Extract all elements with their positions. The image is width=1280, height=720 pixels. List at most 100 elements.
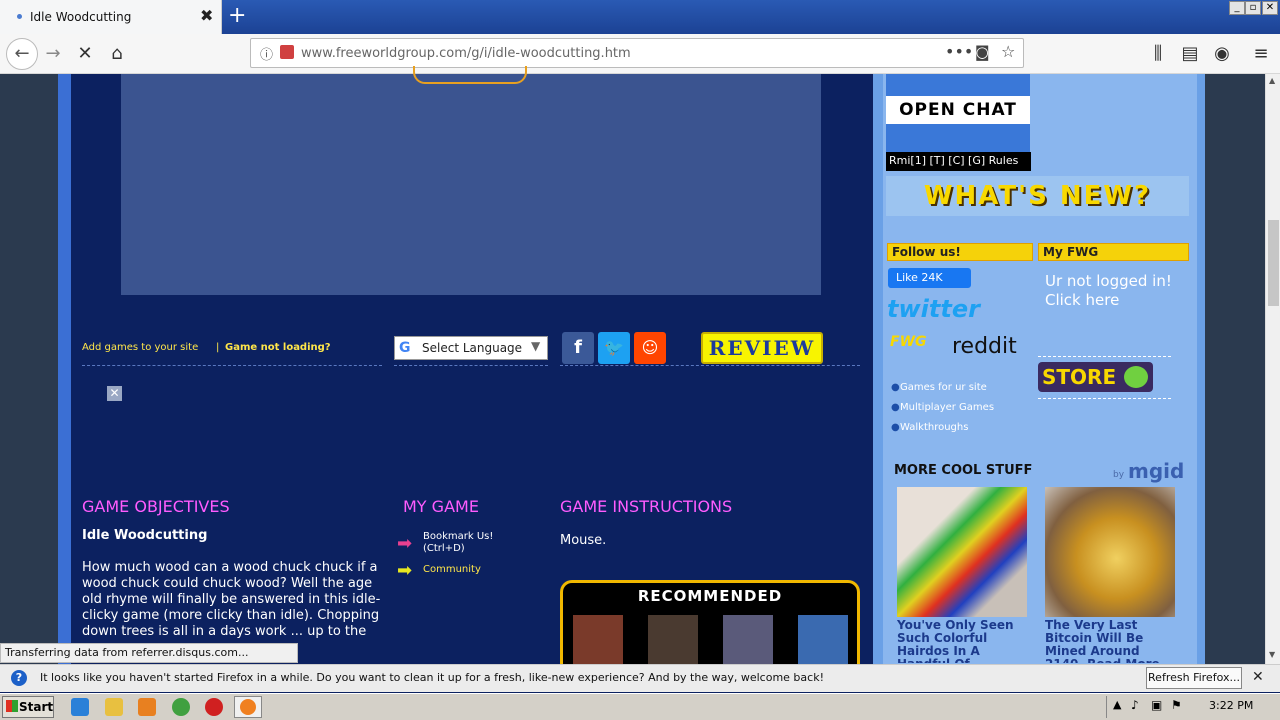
notification-text: It looks like you haven't started Firefo… <box>40 671 824 684</box>
facebook-like-button[interactable]: Like 24K <box>888 268 971 288</box>
broken-ad-icon: ✕ <box>107 386 122 401</box>
twitter-link[interactable]: twitter <box>887 294 995 324</box>
volume-icon[interactable]: ♪ <box>1131 698 1139 712</box>
restore-button[interactable]: ▫ <box>1245 1 1261 15</box>
chrome-icon[interactable] <box>172 698 190 716</box>
ad-title-hair[interactable]: You've Only Seen Such Colorful Hairdos I… <box>897 619 1029 663</box>
site-icon <box>280 45 294 59</box>
tab-idle-woodcutting[interactable]: Idle Woodcutting ✖ <box>0 0 222 34</box>
recommended-title: RECOMMENDED <box>637 587 783 605</box>
scrollbar-thumb[interactable] <box>1268 220 1279 306</box>
info-icon[interactable]: ⓘ <box>260 44 273 63</box>
forward-button[interactable]: → <box>42 43 64 65</box>
scroll-up-icon[interactable]: ▲ <box>1269 76 1275 85</box>
ad-image-bitcoin[interactable] <box>1045 487 1175 617</box>
start-label: Start <box>19 700 54 714</box>
community-link[interactable]: Community <box>423 564 481 575</box>
link-walkthroughs[interactable]: Walkthroughs <box>900 422 968 433</box>
tab-close-icon[interactable]: ✖ <box>200 6 213 25</box>
review-button[interactable]: REVIEW <box>701 332 823 364</box>
open-chat-box[interactable]: OPEN CHAT <box>886 74 1030 152</box>
navigation-bar: ← → ✕ ⌂ ⓘ www.freeworldgroup.com/g/i/idl… <box>0 34 1280 74</box>
refresh-firefox-button[interactable]: Refresh Firefox... <box>1146 667 1242 689</box>
media-player-icon[interactable] <box>138 698 156 716</box>
bullet-icon: ● <box>891 382 900 393</box>
home-icon[interactable]: ⌂ <box>106 43 128 65</box>
start-button[interactable]: Start <box>2 696 54 718</box>
notification-close-icon[interactable]: ✕ <box>1252 669 1264 685</box>
add-games-link[interactable]: Add games to your site <box>82 342 198 353</box>
game-title: Idle Woodcutting <box>82 528 208 543</box>
url-bar[interactable]: ⓘ www.freeworldgroup.com/g/i/idle-woodcu… <box>250 38 1024 68</box>
game-thumbnail[interactable] <box>723 615 773 665</box>
notification-bar: ? It looks like you haven't started Fire… <box>0 664 1280 692</box>
firefox-icon <box>240 699 256 715</box>
mgid-logo: mgid <box>1128 459 1185 483</box>
arrow-right-icon: ➡ <box>397 533 413 554</box>
google-g-icon: G <box>399 340 411 356</box>
main-border <box>58 74 71 664</box>
follow-us-header: Follow us! <box>887 243 1033 261</box>
fwg-logo: FWG <box>890 334 927 350</box>
whats-new-banner[interactable]: WHAT'S NEW? <box>886 176 1189 216</box>
new-tab-icon[interactable]: + <box>228 3 246 28</box>
network-icon[interactable]: ▣ <box>1151 698 1162 712</box>
tray-expand-icon[interactable]: ▲ <box>1113 698 1121 711</box>
facebook-icon[interactable]: f <box>562 332 594 364</box>
back-button[interactable]: ← <box>6 38 38 70</box>
link-multiplayer-games[interactable]: Multiplayer Games <box>900 402 994 413</box>
minimize-button[interactable]: _ <box>1229 1 1245 15</box>
status-text: Transferring data from referrer.disqus.c… <box>0 643 298 663</box>
clock[interactable]: 3:22 PM <box>1209 699 1253 712</box>
game-not-loading-link[interactable]: Game not loading? <box>225 342 331 353</box>
chat-links[interactable]: Rmi[1] [T] [C] [G] Rules <box>886 152 1031 171</box>
url-text[interactable]: www.freeworldgroup.com/g/i/idle-woodcutt… <box>301 46 631 61</box>
login-link[interactable]: Click here <box>1045 291 1119 309</box>
pocket-icon[interactable]: ◙ <box>975 43 990 61</box>
game-thumbnail[interactable] <box>648 615 698 665</box>
tab-title: Idle Woodcutting <box>30 10 132 24</box>
help-icon: ? <box>11 670 27 686</box>
close-window-button[interactable]: ✕ <box>1262 1 1278 15</box>
game-button[interactable] <box>413 66 527 84</box>
security-icon[interactable]: ⚑ <box>1171 698 1182 712</box>
open-chat-label[interactable]: OPEN CHAT <box>886 96 1030 124</box>
link-games-for-site[interactable]: Games for ur site <box>900 382 987 393</box>
game-frame[interactable] <box>121 66 821 295</box>
bookmark-star-icon[interactable]: ☆ <box>1001 42 1015 61</box>
store-mascot-icon <box>1124 366 1148 388</box>
my-fwg-header: My FWG <box>1038 243 1189 261</box>
game-instructions-text: Mouse. <box>560 533 607 548</box>
firefox-taskbar-button[interactable] <box>234 696 262 718</box>
divider <box>82 365 382 366</box>
sidebar-icon[interactable]: ▤ <box>1179 43 1201 65</box>
scroll-down-icon[interactable]: ▼ <box>1269 650 1275 659</box>
scrollbar[interactable]: ▲ ▼ <box>1265 74 1280 664</box>
game-thumbnail[interactable] <box>573 615 623 665</box>
right-gutter <box>1205 74 1265 664</box>
account-icon[interactable]: ◉ <box>1211 43 1233 65</box>
game-thumbnail[interactable] <box>798 615 848 665</box>
link-separator: | <box>216 342 220 353</box>
game-description: How much wood can a wood chuck chuck if … <box>82 560 381 644</box>
arrow-right-icon: ➡ <box>397 560 413 581</box>
divider <box>1038 398 1171 399</box>
stop-button[interactable]: ✕ <box>74 43 96 65</box>
explorer-icon[interactable] <box>105 698 123 716</box>
bullet-icon: ● <box>891 402 900 413</box>
ie-icon[interactable] <box>71 698 89 716</box>
ad-image-hair[interactable] <box>897 487 1027 617</box>
game-instructions-heading: GAME INSTRUCTIONS <box>560 497 733 516</box>
more-icon[interactable]: ••• <box>945 42 973 61</box>
twitter-icon[interactable]: 🐦 <box>598 332 630 364</box>
menu-icon[interactable]: ≡ <box>1250 43 1272 65</box>
bookmark-link[interactable]: Bookmark Us! (Ctrl+D) <box>423 531 533 555</box>
reddit-icon[interactable]: ☺ <box>634 332 666 364</box>
language-select[interactable]: G Select Language ▼ <box>394 336 548 360</box>
reddit-link[interactable]: reddit <box>952 334 1017 359</box>
library-icon[interactable]: ⫼ <box>1147 43 1169 65</box>
opera-icon[interactable] <box>205 698 223 716</box>
system-tray: ▲ ♪ ▣ ⚑ 3:22 PM <box>1106 696 1280 718</box>
title-bar: Idle Woodcutting ✖ + _ ▫ ✕ <box>0 0 1280 34</box>
ad-title-bitcoin[interactable]: The Very Last Bitcoin Will Be Mined Arou… <box>1045 619 1177 663</box>
